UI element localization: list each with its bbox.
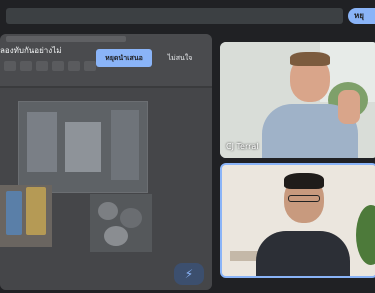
tool-icon[interactable] bbox=[52, 61, 64, 71]
top-bar: หยุ bbox=[0, 0, 375, 34]
document-toolbar: ลองทับกันอย่างไม่ หยุดนำเสนอ ไม่สนใจ bbox=[0, 34, 212, 86]
presenting-banner-text: ลองทับกันอย่างไม่ bbox=[0, 46, 62, 55]
stop-presenting-button[interactable]: หยุดนำเสนอ bbox=[96, 49, 152, 67]
factory-photo bbox=[18, 101, 148, 193]
material-photo bbox=[90, 194, 152, 252]
participant-name: CJ Terral bbox=[226, 142, 259, 151]
document-title-bar bbox=[6, 36, 126, 42]
presentation-area: ลองทับกันอย่างไม่ หยุดนำเสนอ ไม่สนใจ ⚡ bbox=[0, 34, 212, 290]
tool-icon[interactable] bbox=[36, 61, 48, 71]
tool-icon[interactable] bbox=[84, 61, 96, 71]
sparkle-icon[interactable]: ⚡ bbox=[174, 263, 204, 285]
top-right-button[interactable]: หยุ bbox=[348, 8, 375, 24]
slide-canvas bbox=[0, 88, 212, 290]
participant-tile[interactable]: CJ Terral bbox=[220, 42, 375, 158]
top-status-strip bbox=[6, 8, 343, 24]
participant-video bbox=[256, 231, 350, 276]
tool-icon[interactable] bbox=[4, 61, 16, 71]
tool-icon[interactable] bbox=[20, 61, 32, 71]
participant-tile-active[interactable] bbox=[220, 163, 375, 278]
tool-icon[interactable] bbox=[68, 61, 80, 71]
product-photo bbox=[0, 185, 52, 247]
dismiss-button[interactable]: ไม่สนใจ bbox=[160, 49, 200, 67]
